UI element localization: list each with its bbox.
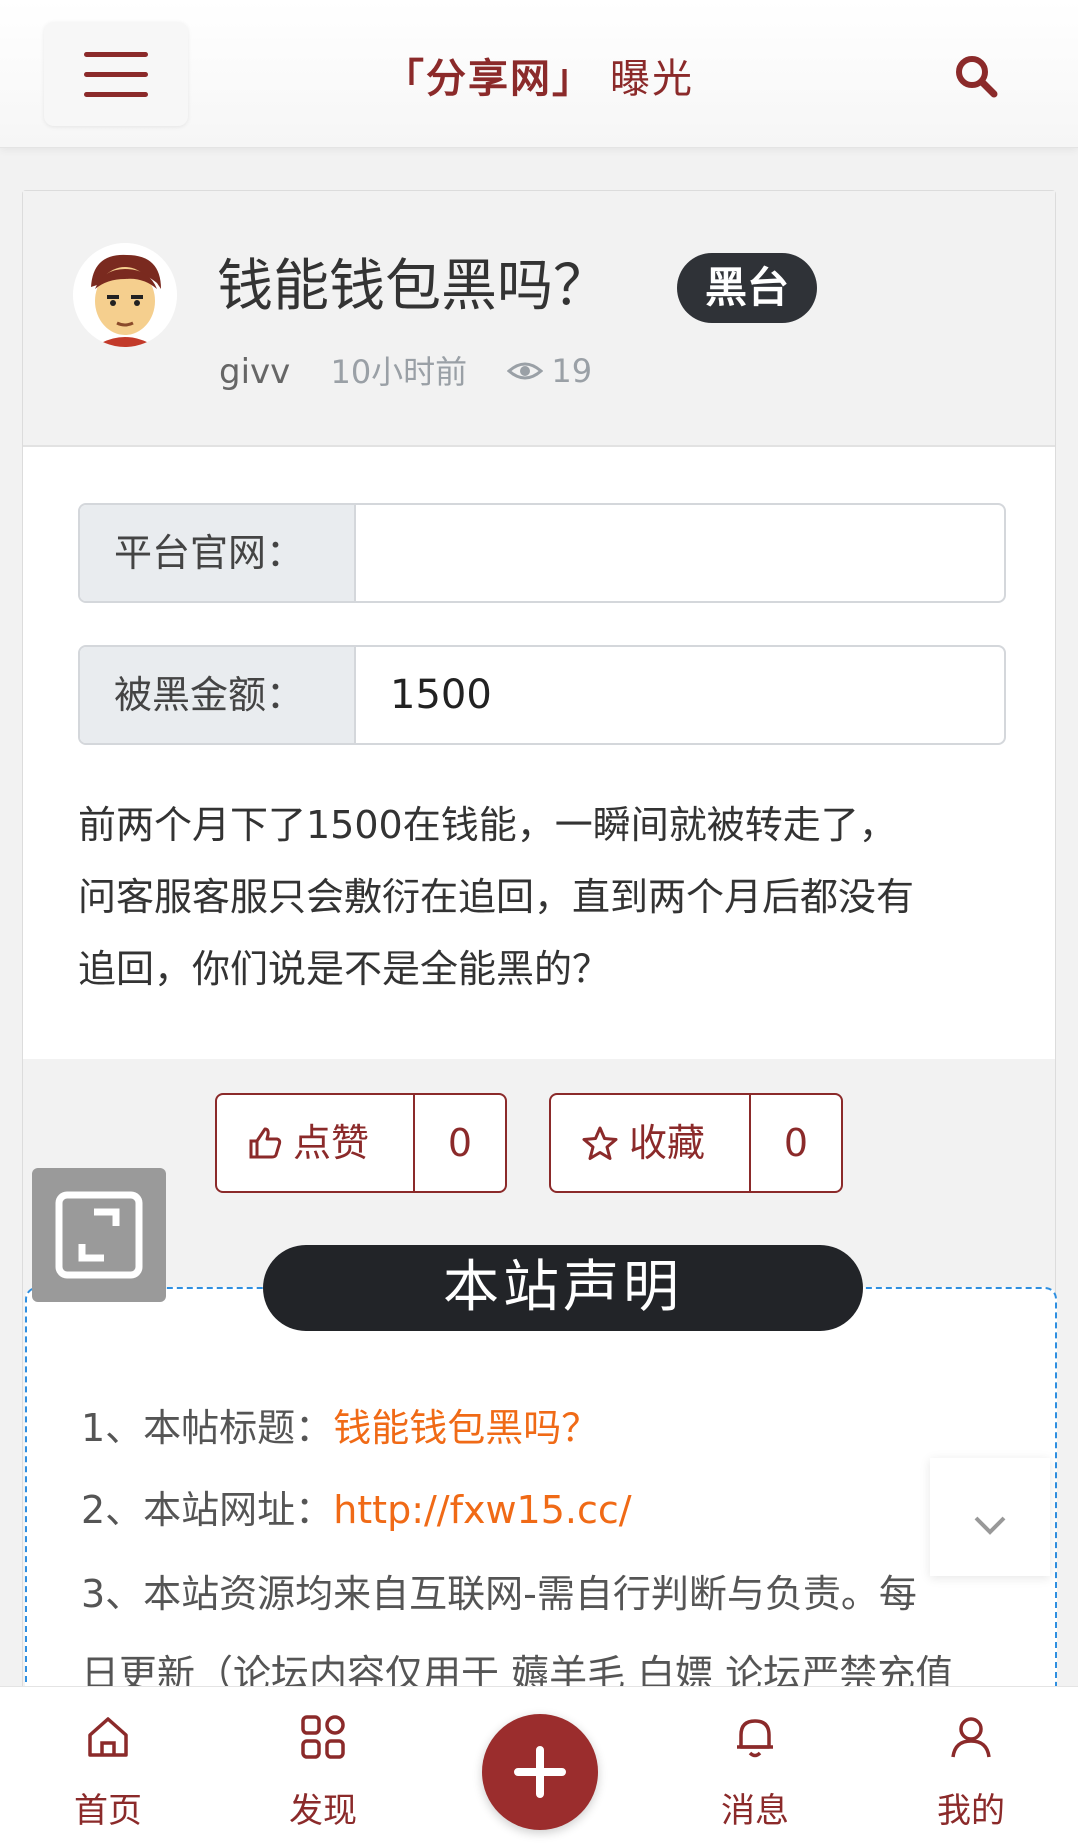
site-brand: 「分享网」 xyxy=(384,56,594,102)
user-icon xyxy=(951,1717,991,1758)
notice-line: 1、本帖标题：钱能钱包黑吗？ xyxy=(81,1397,599,1452)
site-title: 「分享网」 曝光 xyxy=(0,46,1078,104)
category-badge[interactable]: 黑台 xyxy=(677,253,818,323)
field-label: 被黑金额： xyxy=(80,647,356,743)
like-count: 0 xyxy=(413,1095,505,1191)
nav-label: 发现 xyxy=(289,1791,357,1831)
avatar[interactable] xyxy=(73,243,177,347)
grid-icon xyxy=(301,1715,345,1759)
notice-label: 2、本站网址： xyxy=(81,1488,334,1532)
nav-label: 我的 xyxy=(937,1791,1005,1831)
favorite-label: 收藏 xyxy=(629,1121,706,1165)
notice-title: 本站声明 xyxy=(263,1245,863,1331)
expand-icon xyxy=(55,1191,143,1279)
avatar-image xyxy=(73,243,177,347)
nav-item-messages[interactable]: 消息 xyxy=(680,1687,830,1843)
notice-line: 3、本站资源均来自互联网-需自行判断与负责。每 xyxy=(81,1572,917,1616)
notice-label: 1、本帖标题： xyxy=(81,1406,334,1450)
site-url-link[interactable]: http://fxw15.cc/ xyxy=(333,1488,631,1532)
thumbs-up-icon xyxy=(249,1127,282,1159)
chevron-down-icon xyxy=(974,1516,1006,1535)
top-header: 「分享网」 曝光 xyxy=(0,0,1078,148)
scroll-down-button[interactable] xyxy=(930,1458,1050,1576)
post-card: 钱能钱包黑吗？ 黑台 givv 10小时前 19 平台官网： 被黑金额： 150… xyxy=(22,190,1057,1747)
notice-line: 2、本站网址：http://fxw15.cc/ xyxy=(81,1479,632,1534)
official-site-field: 平台官网： xyxy=(78,503,1006,603)
favorite-count: 0 xyxy=(749,1095,841,1191)
nav-item-home[interactable]: 首页 xyxy=(33,1687,183,1843)
nav-item-profile[interactable]: 我的 xyxy=(896,1687,1046,1843)
new-post-button[interactable] xyxy=(482,1714,598,1830)
notice-post-title-link[interactable]: 钱能钱包黑吗？ xyxy=(333,1406,599,1450)
star-icon xyxy=(582,1126,618,1160)
post-content: 前两个月下了1500在钱能，一瞬间就被转走了， 问客服客服只会敷衍在追回，直到两… xyxy=(78,789,1018,1005)
field-label: 平台官网： xyxy=(80,505,356,601)
post-meta: givv 10小时前 19 xyxy=(219,347,592,393)
favorite-button[interactable]: 收藏 0 xyxy=(549,1093,843,1193)
bell-icon xyxy=(737,1719,773,1758)
nav-item-discover[interactable]: 发现 xyxy=(248,1687,398,1843)
search-icon[interactable] xyxy=(952,52,1000,100)
nav-label: 消息 xyxy=(721,1791,789,1831)
nav-label: 首页 xyxy=(74,1791,142,1831)
content-line: 前两个月下了1500在钱能，一瞬间就被转走了， xyxy=(78,803,897,847)
expand-button[interactable] xyxy=(32,1168,166,1302)
favorite-label-wrap: 收藏 xyxy=(551,1095,705,1191)
content-line: 问客服客服只会敷衍在追回，直到两个月后都没有 xyxy=(78,875,915,919)
like-label: 点赞 xyxy=(293,1121,370,1165)
post-time: 10小时前 xyxy=(330,353,468,391)
amount-field: 被黑金额： 1500 xyxy=(78,645,1006,745)
plus-icon xyxy=(514,1746,566,1798)
eye-icon xyxy=(507,362,544,380)
like-label-wrap: 点赞 xyxy=(217,1095,369,1191)
field-value: 1500 xyxy=(390,672,492,718)
post-title: 钱能钱包黑吗？ xyxy=(217,254,609,319)
content-line: 追回，你们说是不是全能黑的？ xyxy=(78,947,611,991)
like-button[interactable]: 点赞 0 xyxy=(215,1093,507,1193)
post-header: 钱能钱包黑吗？ 黑台 givv 10小时前 19 xyxy=(23,191,1055,447)
site-subtitle: 曝光 xyxy=(610,56,694,102)
home-icon xyxy=(88,1717,128,1757)
view-count-value: 19 xyxy=(551,352,593,390)
author-name[interactable]: givv xyxy=(219,352,290,392)
view-count: 19 xyxy=(507,352,592,390)
